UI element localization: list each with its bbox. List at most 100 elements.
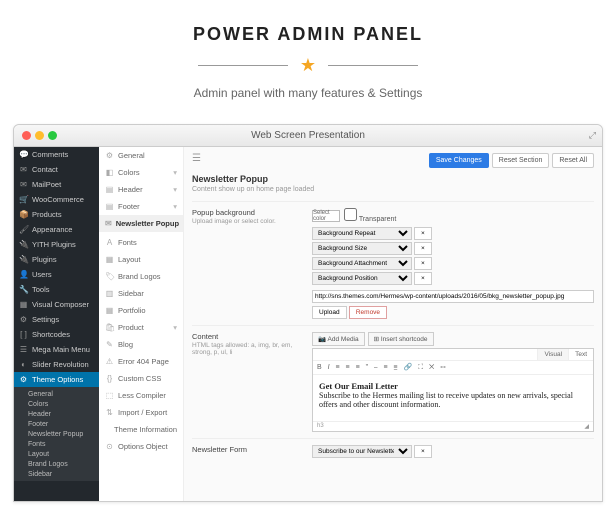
menu-icon: 📦 [19, 210, 28, 219]
wysiwyg-editor: Visual Text B I ≡ ≡ ≡ " ⎯ ≡ ≣ 🔗 ⛶ ✕ ⚏ Ge… [312, 348, 594, 432]
sidebar-item-slider-revolution[interactable]: ◐Slider Revolution [14, 357, 99, 372]
option-icon: ⊙ [105, 442, 114, 451]
upload-button[interactable]: Upload [312, 306, 347, 319]
hero-title: POWER ADMIN PANEL [0, 24, 616, 45]
reset-section-button[interactable]: Reset Section [492, 153, 550, 168]
option-item-header[interactable]: ▤Header▾ [99, 181, 183, 198]
hero: POWER ADMIN PANEL ★ Admin panel with man… [0, 0, 616, 110]
resize-icon[interactable]: ◢ [584, 423, 589, 430]
option-icon: A [105, 238, 114, 247]
option-icon: ⇅ [105, 408, 114, 417]
star-icon: ★ [300, 55, 316, 76]
bg-select[interactable]: Background Repeat [312, 227, 412, 240]
clear-icon[interactable]: × [414, 272, 432, 285]
expand-icon[interactable]: ⤢ [589, 130, 596, 141]
option-item-theme-information[interactable]: Theme Information [99, 421, 183, 438]
sidebar-item-settings[interactable]: ⚙Settings [14, 312, 99, 327]
reset-all-button[interactable]: Reset All [552, 153, 594, 168]
sidebar-item-contact[interactable]: ✉Contact [14, 162, 99, 177]
menu-icon: 👤 [19, 270, 28, 279]
sidebar-subitem[interactable]: Fonts [28, 439, 99, 449]
sidebar-item-shortcodes[interactable]: [ ]Shortcodes [14, 327, 99, 342]
sidebar-subitem[interactable]: Colors [28, 399, 99, 409]
bg-select[interactable]: Background Position [312, 272, 412, 285]
browser-window: Web Screen Presentation ⤢ 💬Comments✉Cont… [13, 124, 603, 502]
sidebar-subitem[interactable]: Layout [28, 449, 99, 459]
field-label: Newsletter Form [192, 445, 302, 460]
menu-icon: [ ] [19, 330, 28, 339]
sidebar-item-plugins[interactable]: 🔌Plugins [14, 252, 99, 267]
menu-icon: ☰ [19, 345, 28, 354]
option-item-less-compiler[interactable]: ⬚Less Compiler [99, 387, 183, 404]
option-icon: 🏷 [105, 272, 114, 281]
editor-path: h3 [317, 423, 324, 430]
option-item-import-/-export[interactable]: ⇅Import / Export [99, 404, 183, 421]
sidebar-item-mailpoet[interactable]: ✉MailPoet [14, 177, 99, 192]
option-item-newsletter-popup[interactable]: ✉Newsletter Popup [99, 215, 183, 232]
sidebar-item-yith-plugins[interactable]: 🔌YITH Plugins [14, 237, 99, 252]
option-item-colors[interactable]: ◧Colors▾ [99, 164, 183, 181]
option-icon: ⚙ [105, 151, 114, 160]
sidebar-subitem[interactable]: General [28, 389, 99, 399]
option-item-options-object[interactable]: ⊙Options Object [99, 438, 183, 455]
add-media-button[interactable]: 📷 Add Media [312, 332, 365, 346]
remove-button[interactable]: Remove [349, 306, 387, 319]
option-item-product[interactable]: 🛍Product▾ [99, 319, 183, 336]
insert-shortcode-button[interactable]: ⊞ Insert shortcode [368, 332, 434, 346]
option-item-blog[interactable]: ✎Blog [99, 336, 183, 353]
menu-icon[interactable]: ☰ [192, 153, 201, 164]
menu-icon: 🔧 [19, 285, 28, 294]
sidebar-item-woocommerce[interactable]: 🛒WooCommerce [14, 192, 99, 207]
tab-text[interactable]: Text [568, 349, 593, 360]
clear-icon[interactable]: × [414, 257, 432, 270]
clear-icon[interactable]: × [414, 227, 432, 240]
sidebar-item-appearance[interactable]: 🖌Appearance [14, 222, 99, 237]
save-button[interactable]: Save Changes [429, 153, 489, 168]
newsletter-form-select[interactable]: Subscribe to our Newsletter [312, 445, 412, 458]
tab-visual[interactable]: Visual [537, 349, 568, 360]
sidebar-item-theme-options[interactable]: ⚙Theme Options [14, 372, 99, 387]
sidebar-item-users[interactable]: 👤Users [14, 267, 99, 282]
option-icon: ⚠ [105, 357, 114, 366]
menu-icon: 🛒 [19, 195, 28, 204]
options-sidebar: ⚙General◧Colors▾▤Header▾▤Footer▾✉Newslet… [99, 147, 184, 501]
sidebar-item-products[interactable]: 📦Products [14, 207, 99, 222]
sidebar-subitem[interactable]: Brand Logos [28, 459, 99, 469]
option-item-brand-logos[interactable]: 🏷Brand Logos [99, 268, 183, 285]
sidebar-item-mega-main-menu[interactable]: ☰Mega Main Menu [14, 342, 99, 357]
menu-icon: 🖌 [19, 225, 28, 234]
menu-icon: ⚙ [19, 315, 28, 324]
bg-select[interactable]: Background Attachment [312, 257, 412, 270]
sidebar-item-tools[interactable]: 🔧Tools [14, 282, 99, 297]
sidebar-subitem[interactable]: Footer [28, 419, 99, 429]
option-item-general[interactable]: ⚙General [99, 147, 183, 164]
bg-select[interactable]: Background Size [312, 242, 412, 255]
option-item-custom-css[interactable]: {}Custom CSS [99, 370, 183, 387]
editor-toolbar[interactable]: B I ≡ ≡ ≡ " ⎯ ≡ ≣ 🔗 ⛶ ✕ ⚏ [313, 361, 593, 375]
background-url-input[interactable] [312, 290, 594, 303]
option-icon: ▤ [105, 185, 114, 194]
transparent-checkbox[interactable]: Transparent [344, 208, 396, 223]
option-item-error-404-page[interactable]: ⚠Error 404 Page [99, 353, 183, 370]
menu-icon: ▦ [19, 300, 28, 309]
clear-icon[interactable]: × [414, 242, 432, 255]
sidebar-subitem[interactable]: Newsletter Popup [28, 429, 99, 439]
clear-icon[interactable]: × [414, 445, 432, 458]
option-item-footer[interactable]: ▤Footer▾ [99, 198, 183, 215]
color-picker[interactable]: Select color [312, 210, 340, 222]
sidebar-subitem[interactable]: Sidebar [28, 469, 99, 479]
option-item-fonts[interactable]: AFonts [99, 234, 183, 251]
option-item-layout[interactable]: ▦Layout [99, 251, 183, 268]
menu-icon: 🔌 [19, 240, 28, 249]
sidebar-item-comments[interactable]: 💬Comments [14, 147, 99, 162]
field-label: Popup background Upload image or select … [192, 208, 302, 319]
option-item-portfolio[interactable]: ▦Portfolio [99, 302, 183, 319]
menu-icon: 🔌 [19, 255, 28, 264]
menu-icon: 💬 [19, 150, 28, 159]
titlebar: Web Screen Presentation ⤢ [14, 125, 602, 147]
editor-body[interactable]: Get Our Email Letter Subscribe to the He… [313, 375, 593, 421]
sidebar-subitem[interactable]: Header [28, 409, 99, 419]
option-icon: ✎ [105, 340, 114, 349]
sidebar-item-visual-composer[interactable]: ▦Visual Composer [14, 297, 99, 312]
option-item-sidebar[interactable]: ▥Sidebar [99, 285, 183, 302]
